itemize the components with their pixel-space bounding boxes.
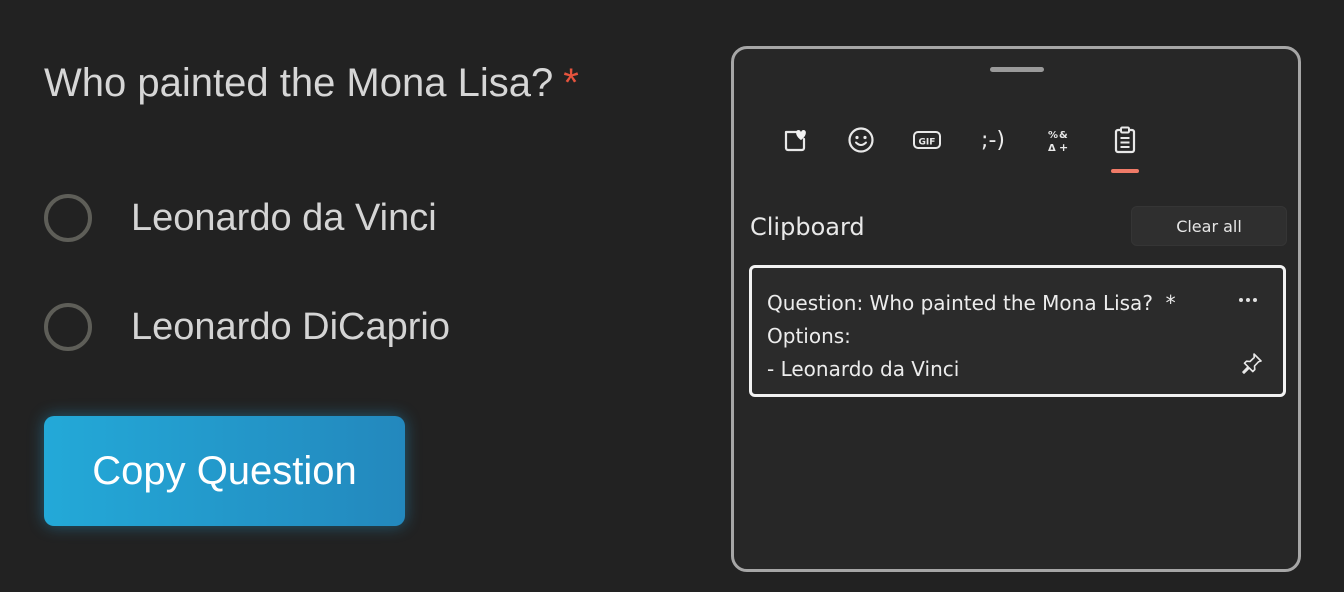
- radio-button[interactable]: [44, 194, 92, 242]
- svg-text:+: +: [1059, 141, 1068, 154]
- tab-stickers[interactable]: [762, 119, 828, 161]
- clear-all-button[interactable]: Clear all: [1131, 206, 1287, 246]
- sticker-heart-icon: [781, 126, 809, 154]
- required-asterisk: *: [563, 61, 579, 105]
- svg-text:GIF: GIF: [919, 138, 936, 148]
- svg-text:Δ: Δ: [1048, 143, 1056, 154]
- clipboard-item-text: Question: Who painted the Mona Lisa? * O…: [767, 291, 1176, 381]
- question-heading: Who painted the Mona Lisa? *: [44, 58, 579, 108]
- option-leonardo-da-vinci[interactable]: Leonardo da Vinci: [44, 190, 437, 246]
- option-label: Leonardo DiCaprio: [131, 305, 450, 348]
- tab-kaomoji[interactable]: ;-): [960, 119, 1026, 161]
- drag-handle[interactable]: [990, 67, 1044, 72]
- tab-clipboard[interactable]: [1092, 119, 1158, 173]
- panel-tabs: GIF ;-) % & Δ +: [762, 119, 1158, 173]
- svg-text:%: %: [1048, 130, 1058, 141]
- clipboard-item[interactable]: Question: Who painted the Mona Lisa? * O…: [749, 265, 1286, 397]
- pin-icon: [1241, 352, 1263, 379]
- tab-emoji[interactable]: [828, 119, 894, 161]
- pin-button[interactable]: [1239, 352, 1265, 378]
- option-label: Leonardo da Vinci: [131, 196, 437, 239]
- clipboard-icon: [1111, 125, 1139, 155]
- option-leonardo-dicaprio[interactable]: Leonardo DiCaprio: [44, 299, 450, 355]
- tab-symbols[interactable]: % & Δ +: [1026, 119, 1092, 161]
- ellipsis-icon: [1238, 286, 1258, 309]
- copy-question-button[interactable]: Copy Question: [44, 416, 405, 526]
- emoji-icon: [847, 126, 875, 154]
- more-options-button[interactable]: [1233, 286, 1263, 308]
- question-text: Who painted the Mona Lisa?: [44, 61, 554, 105]
- clipboard-title: Clipboard: [750, 213, 865, 241]
- kaomoji-icon: ;-): [981, 127, 1005, 153]
- svg-text:&: &: [1059, 130, 1068, 141]
- gif-icon: GIF: [912, 128, 942, 152]
- tab-gif[interactable]: GIF: [894, 119, 960, 161]
- radio-button[interactable]: [44, 303, 92, 351]
- clipboard-panel: GIF ;-) % & Δ + Clipboard Clear all Ques…: [731, 46, 1301, 572]
- symbols-icon: % & Δ +: [1045, 126, 1073, 154]
